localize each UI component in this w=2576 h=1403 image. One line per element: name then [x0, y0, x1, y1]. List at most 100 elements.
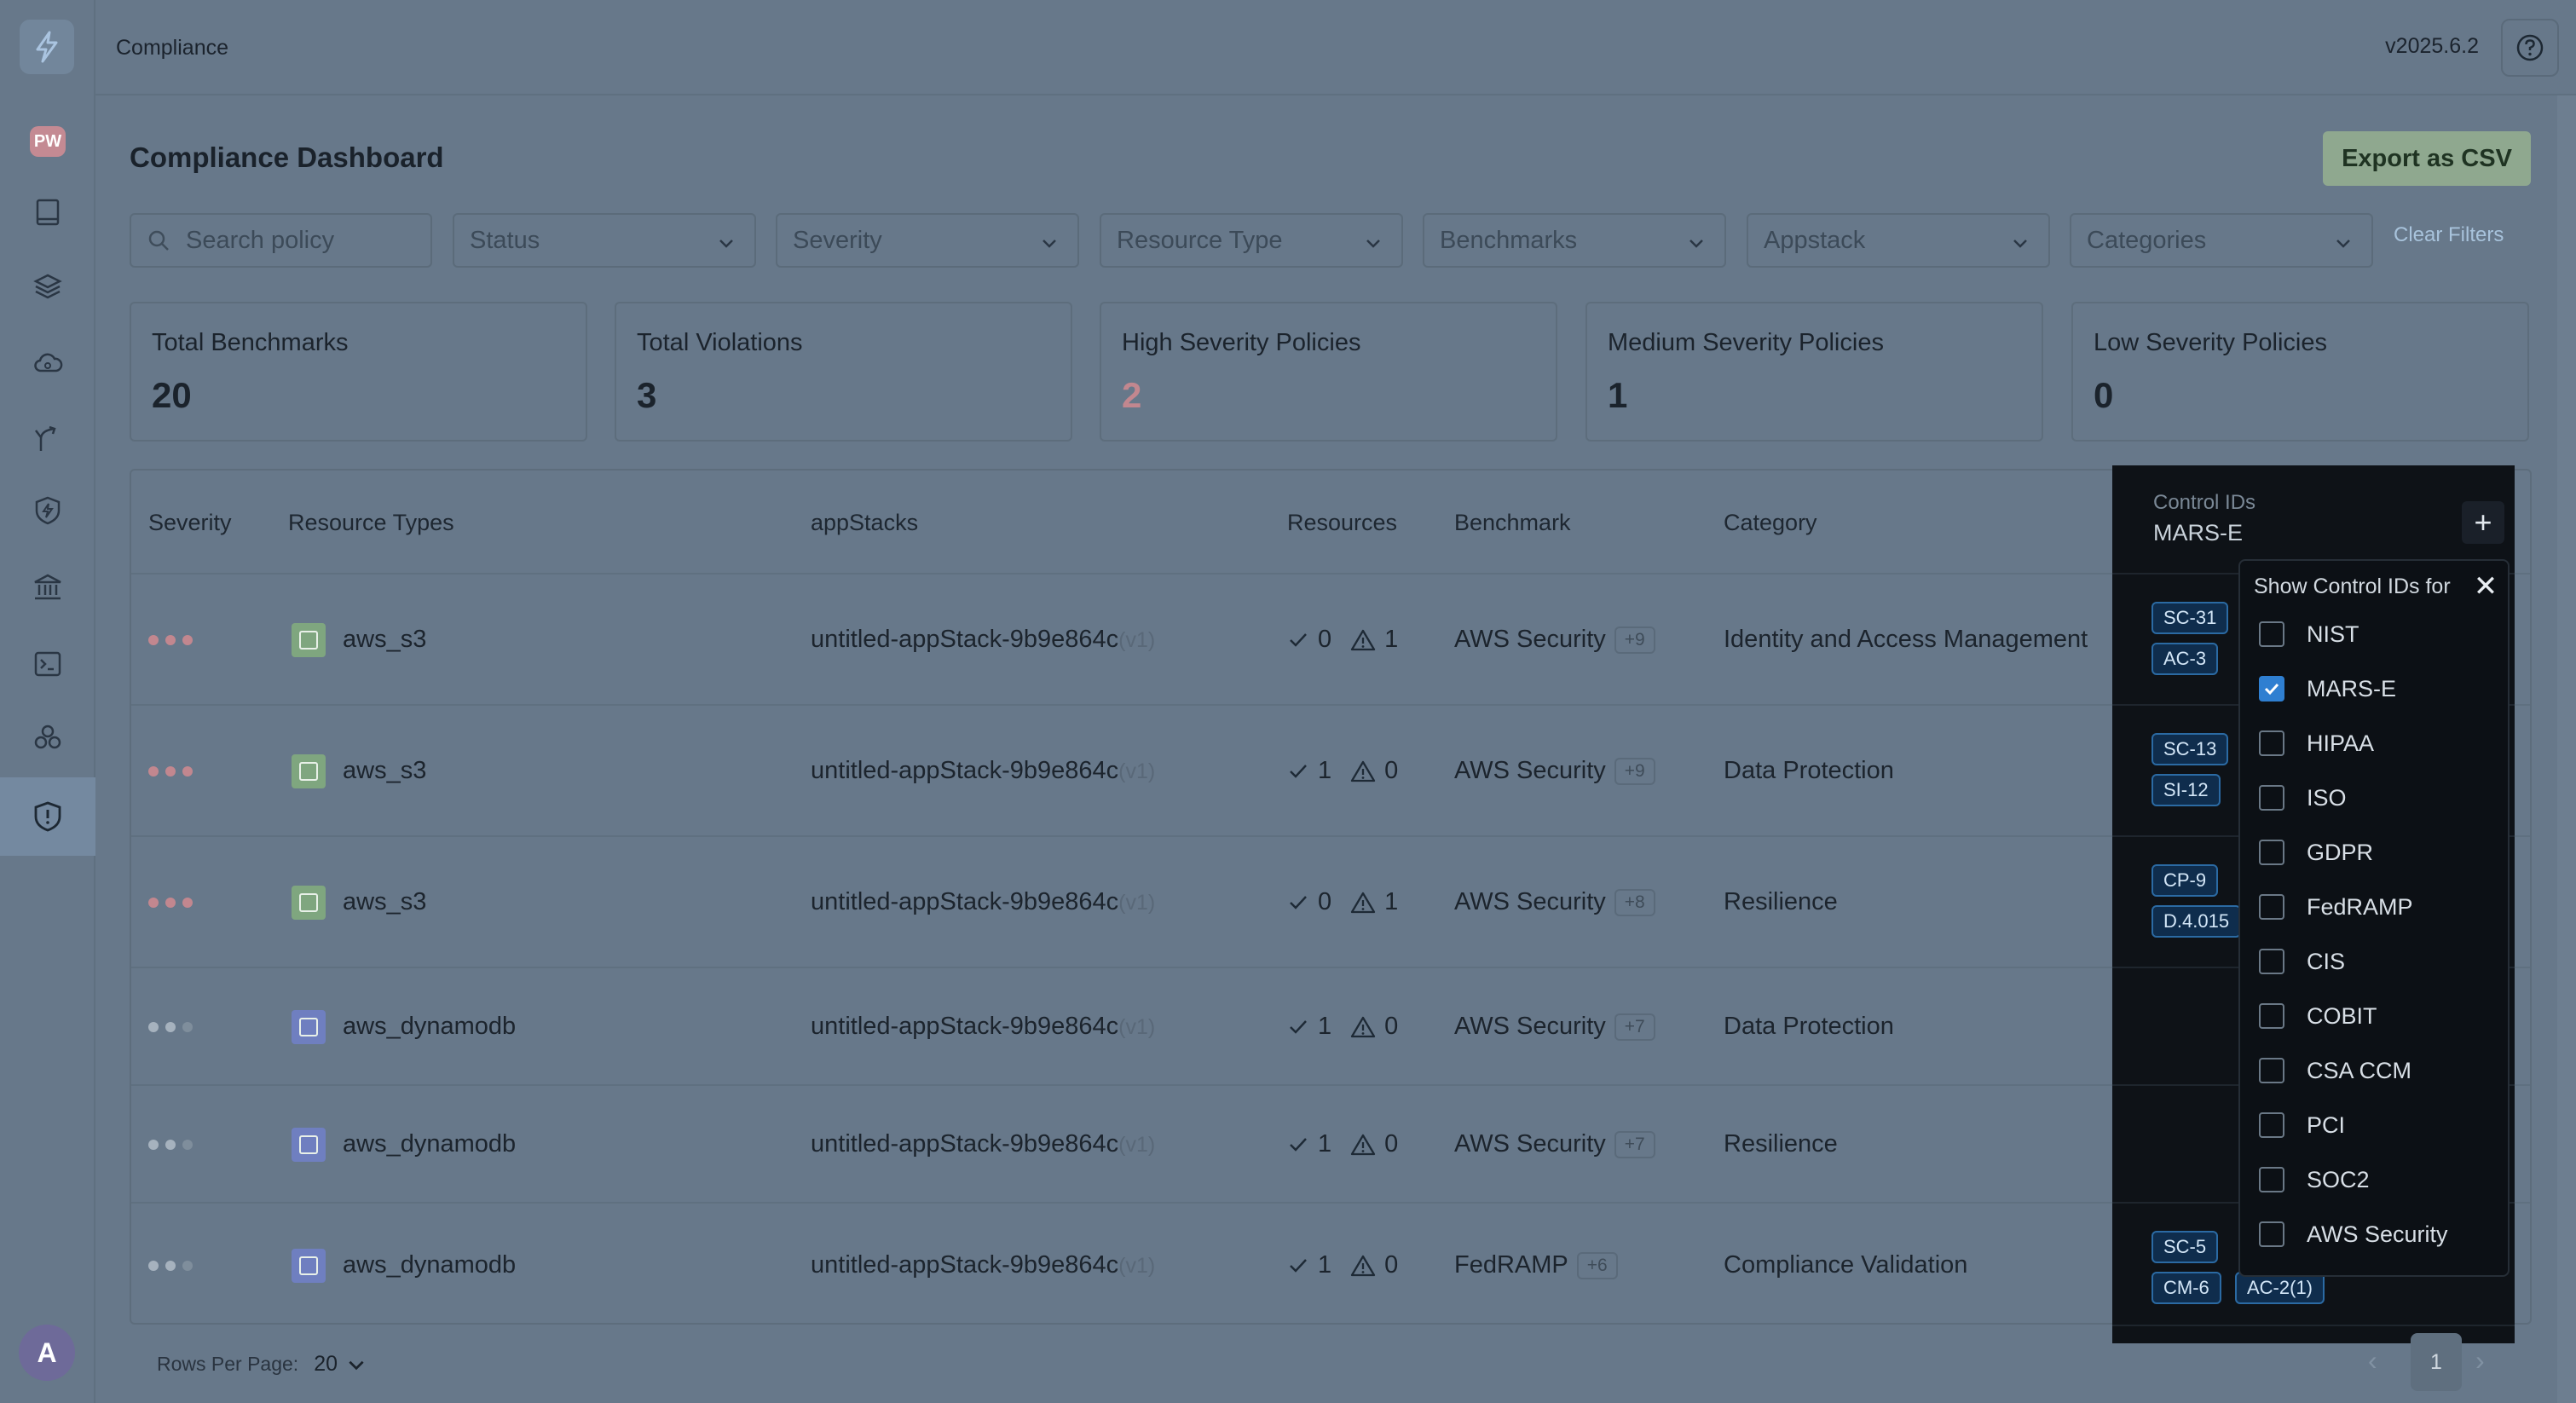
control-id-chip[interactable]: CM-6: [2151, 1272, 2221, 1304]
check-icon: [1290, 1019, 1307, 1034]
control-id-option[interactable]: CIS: [2259, 944, 2345, 979]
appstack-link[interactable]: untitled-appStack-9b9e864c(v1): [811, 1251, 1155, 1279]
app-logo[interactable]: [20, 20, 74, 74]
col-header-severity[interactable]: Severity: [148, 510, 232, 536]
appstack-version: (v1): [1118, 1133, 1156, 1157]
prev-page-button[interactable]: ‹: [2368, 1345, 2377, 1377]
pass-count: 0: [1318, 888, 1332, 915]
book-icon[interactable]: [26, 191, 69, 234]
page-scrollbar[interactable]: [2557, 95, 2576, 1403]
more-benchmarks-badge[interactable]: +9: [1614, 758, 1655, 786]
control-id-option[interactable]: COBIT: [2259, 999, 2377, 1033]
control-id-option[interactable]: AWS Security: [2259, 1217, 2448, 1251]
severity-dot: [182, 1261, 193, 1271]
option-checkbox[interactable]: [2259, 785, 2284, 811]
severity-dot: [165, 766, 176, 777]
control-id-chip[interactable]: SC-31: [2151, 602, 2229, 634]
close-icon[interactable]: ✕: [2470, 570, 2501, 603]
control-id-chip[interactable]: SC-13: [2151, 733, 2229, 765]
option-checkbox[interactable]: [2259, 1058, 2284, 1083]
control-id-option[interactable]: GDPR: [2259, 835, 2373, 869]
sidebar: PW A: [0, 0, 95, 1403]
control-id-chip[interactable]: SC-5: [2151, 1231, 2219, 1263]
categories-filter-label: Categories: [2087, 226, 2207, 254]
fork-icon[interactable]: [26, 418, 69, 460]
severity-filter[interactable]: Severity: [776, 213, 1079, 268]
card-label: Total Violations: [637, 329, 803, 356]
more-benchmarks-badge[interactable]: +7: [1614, 1131, 1655, 1159]
cloud-icon[interactable]: [26, 341, 69, 384]
terminal-icon[interactable]: [26, 643, 69, 685]
option-checkbox[interactable]: [2259, 1112, 2284, 1138]
fail-count: 0: [1384, 1130, 1399, 1158]
option-checkbox[interactable]: [2259, 1221, 2284, 1247]
help-button[interactable]: [2501, 19, 2559, 77]
appstack-link[interactable]: untitled-appStack-9b9e864c(v1): [811, 888, 1155, 916]
more-benchmarks-badge[interactable]: +8: [1614, 889, 1655, 917]
shield-alert-icon[interactable]: [26, 795, 69, 838]
resource-type: aws_dynamodb: [343, 1013, 517, 1040]
shield-bolt-icon[interactable]: [26, 489, 69, 532]
status-filter[interactable]: Status: [453, 213, 756, 268]
help-icon: [2516, 34, 2544, 61]
control-id-option[interactable]: ISO: [2259, 781, 2347, 815]
option-checkbox[interactable]: [2259, 676, 2284, 702]
appstack-link[interactable]: untitled-appStack-9b9e864c(v1): [811, 1130, 1155, 1158]
cluster-icon[interactable]: [26, 716, 69, 759]
control-id-option[interactable]: SOC2: [2259, 1163, 2370, 1197]
option-checkbox[interactable]: [2259, 1003, 2284, 1029]
control-id-option[interactable]: MARS-E: [2259, 672, 2396, 706]
control-id-option[interactable]: NIST: [2259, 617, 2359, 651]
benchmarks-filter[interactable]: Benchmarks: [1423, 213, 1726, 268]
appstack-version: (v1): [1118, 1254, 1156, 1278]
option-checkbox[interactable]: [2259, 894, 2284, 920]
control-id-option[interactable]: PCI: [2259, 1108, 2345, 1142]
col-header-appstacks[interactable]: appStacks: [811, 510, 918, 536]
appstack-link[interactable]: untitled-appStack-9b9e864c(v1): [811, 757, 1155, 785]
more-benchmarks-badge[interactable]: +6: [1576, 1252, 1618, 1280]
add-control-id-button[interactable]: +: [2462, 501, 2504, 544]
workspace-badge[interactable]: PW: [30, 126, 66, 157]
user-avatar[interactable]: A: [19, 1325, 75, 1381]
search-input[interactable]: Search policy: [186, 227, 334, 255]
col-header-category[interactable]: Category: [1724, 510, 1817, 536]
export-csv-button[interactable]: Export as CSV: [2323, 131, 2531, 186]
s3-bucket-icon: [292, 623, 326, 657]
control-id-chip[interactable]: CP-9: [2151, 864, 2219, 897]
option-checkbox[interactable]: [2259, 949, 2284, 974]
control-id-chip[interactable]: AC-3: [2151, 643, 2219, 675]
option-checkbox[interactable]: [2259, 621, 2284, 647]
search-field[interactable]: Search policy: [130, 213, 432, 268]
severity-dot: [182, 898, 193, 908]
next-page-button[interactable]: ›: [2475, 1345, 2485, 1377]
col-header-resources[interactable]: Resources: [1287, 510, 1397, 536]
check-icon: [1290, 764, 1307, 778]
appstack-link[interactable]: untitled-appStack-9b9e864c(v1): [811, 1013, 1155, 1041]
option-checkbox[interactable]: [2259, 730, 2284, 756]
control-id-option[interactable]: HIPAA: [2259, 726, 2374, 760]
severity-dot: [182, 1022, 193, 1032]
s3-bucket-icon: [292, 886, 326, 920]
more-benchmarks-badge[interactable]: +9: [1614, 626, 1655, 655]
appstack-filter[interactable]: Appstack: [1747, 213, 2050, 268]
check-icon: [2264, 683, 2279, 696]
control-id-chip[interactable]: SI-12: [2151, 774, 2221, 806]
rows-per-page-select[interactable]: 20: [314, 1352, 338, 1377]
appstack-link[interactable]: untitled-appStack-9b9e864c(v1): [811, 626, 1155, 654]
bank-icon[interactable]: [26, 566, 69, 609]
control-id-option[interactable]: CSA CCM: [2259, 1054, 2411, 1088]
control-id-chip[interactable]: D.4.015: [2151, 905, 2242, 938]
severity-indicator: [148, 1022, 193, 1032]
col-header-resource-types[interactable]: Resource Types: [288, 510, 454, 536]
more-benchmarks-badge[interactable]: +7: [1614, 1013, 1655, 1042]
option-checkbox[interactable]: [2259, 840, 2284, 865]
control-id-option[interactable]: FedRAMP: [2259, 890, 2413, 924]
layers-icon[interactable]: [26, 264, 69, 307]
page-number[interactable]: 1: [2411, 1333, 2462, 1391]
clear-filters-link[interactable]: Clear Filters: [2394, 223, 2504, 247]
pass-count: 1: [1318, 1251, 1332, 1279]
option-checkbox[interactable]: [2259, 1167, 2284, 1192]
resource-type-filter[interactable]: Resource Type: [1100, 213, 1403, 268]
col-header-benchmark[interactable]: Benchmark: [1454, 510, 1571, 536]
categories-filter[interactable]: Categories: [2070, 213, 2373, 268]
